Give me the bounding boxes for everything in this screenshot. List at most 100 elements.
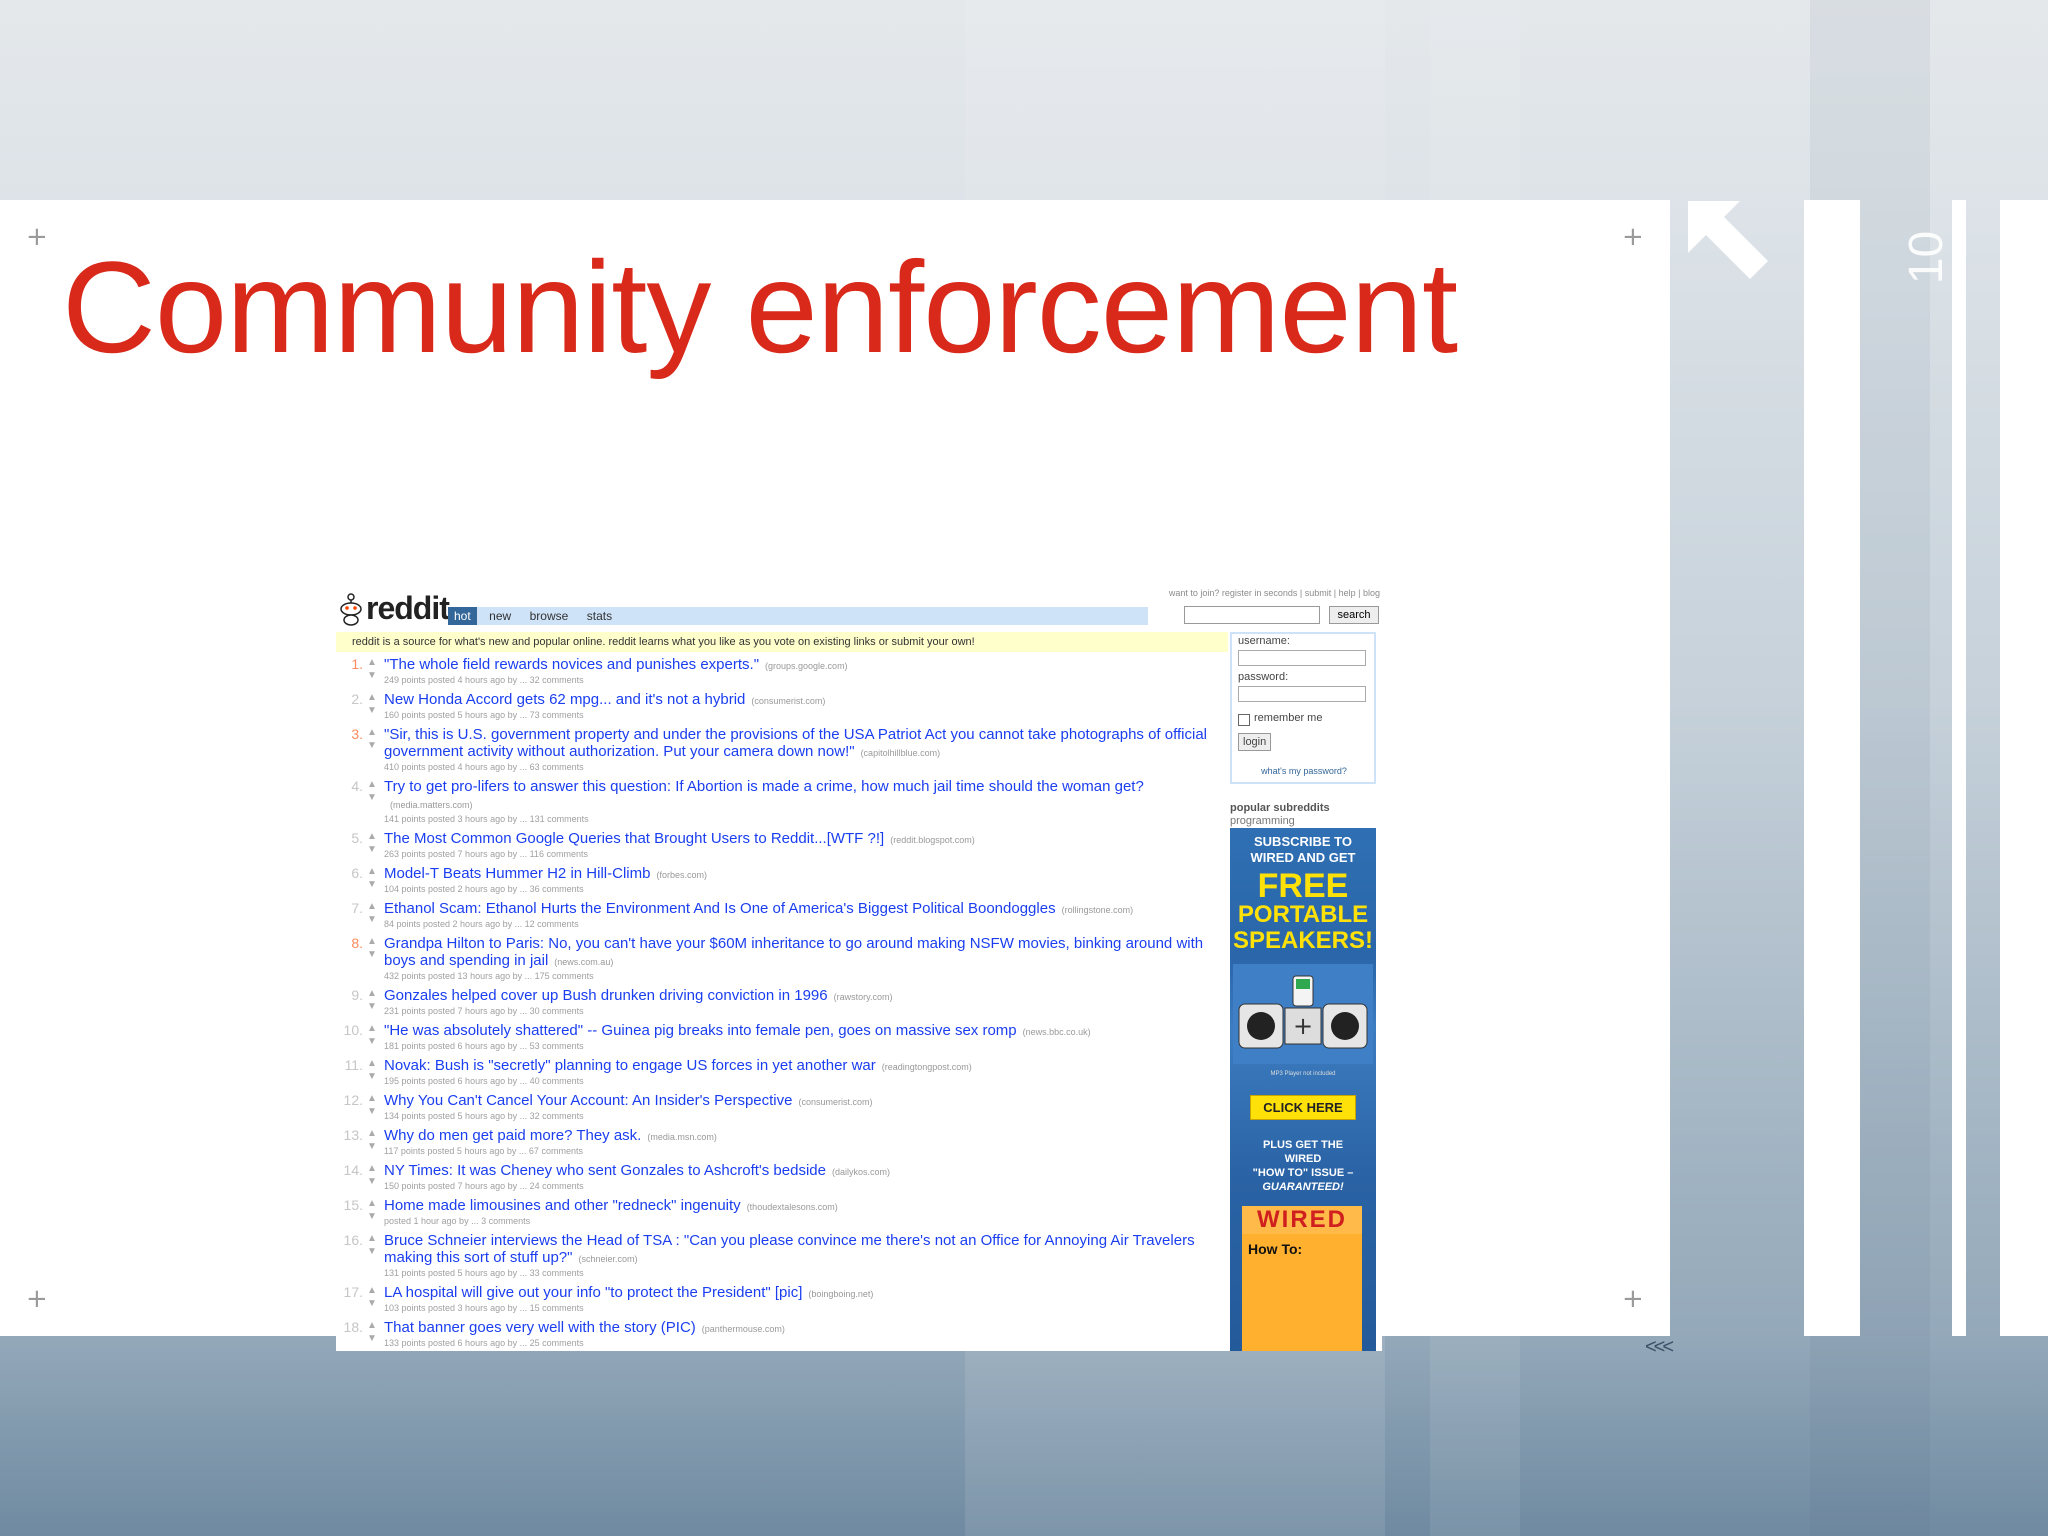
forgot-password-link[interactable]: what's my password? bbox=[1232, 766, 1376, 776]
upvote-arrow-icon[interactable]: ▲ bbox=[367, 1059, 377, 1069]
link-domain[interactable]: (media.msn.com) bbox=[647, 1132, 717, 1142]
link-domain[interactable]: (reddit.blogspot.com) bbox=[890, 835, 975, 845]
link-rank: 12. bbox=[343, 1092, 363, 1108]
tab-new[interactable]: new bbox=[483, 607, 517, 625]
link-item: 5. ▲ ▼ The Most Common Google Queries that … bbox=[336, 830, 1226, 860]
corner-plus-mark: + bbox=[1622, 222, 1644, 252]
link-domain[interactable]: (panthermouse.com) bbox=[702, 1324, 785, 1334]
link-domain[interactable]: (thoudextalesons.com) bbox=[747, 1202, 838, 1212]
link-domain[interactable]: (news.com.au) bbox=[554, 957, 613, 967]
link-domain[interactable]: (news.bbc.co.uk) bbox=[1023, 1027, 1091, 1037]
link-domain[interactable]: (consumerist.com) bbox=[751, 696, 825, 706]
upvote-arrow-icon[interactable]: ▲ bbox=[367, 1094, 377, 1104]
link-domain[interactable]: (boingboing.net) bbox=[808, 1289, 873, 1299]
upvote-arrow-icon[interactable]: ▲ bbox=[367, 1286, 377, 1296]
downvote-arrow-icon[interactable]: ▼ bbox=[367, 915, 377, 925]
link-title[interactable]: Model-T Beats Hummer H2 in Hill-Climb bbox=[384, 865, 650, 882]
back-arrow-icon[interactable] bbox=[1680, 195, 1780, 285]
link-domain[interactable]: (consumerist.com) bbox=[798, 1097, 872, 1107]
link-domain[interactable]: (rawstory.com) bbox=[834, 992, 893, 1002]
link-rank: 7. bbox=[351, 900, 363, 916]
downvote-arrow-icon[interactable]: ▼ bbox=[367, 1002, 377, 1012]
upvote-arrow-icon[interactable]: ▲ bbox=[367, 902, 377, 912]
link-title[interactable]: Home made limousines and other "redneck"… bbox=[384, 1197, 741, 1214]
downvote-arrow-icon[interactable]: ▼ bbox=[367, 741, 377, 751]
downvote-arrow-icon[interactable]: ▼ bbox=[367, 1142, 377, 1152]
upvote-arrow-icon[interactable]: ▲ bbox=[367, 693, 377, 703]
popular-subreddits-heading: popular subreddits bbox=[1230, 802, 1330, 814]
downvote-arrow-icon[interactable]: ▼ bbox=[367, 1212, 377, 1222]
upvote-arrow-icon[interactable]: ▲ bbox=[367, 989, 377, 999]
link-title[interactable]: Ethanol Scam: Ethanol Hurts the Environm… bbox=[384, 900, 1056, 917]
downvote-arrow-icon[interactable]: ▼ bbox=[367, 880, 377, 890]
upvote-arrow-icon[interactable]: ▲ bbox=[367, 1199, 377, 1209]
link-title[interactable]: "Sir, this is U.S. government property a… bbox=[384, 726, 1207, 760]
downvote-arrow-icon[interactable]: ▼ bbox=[367, 1299, 377, 1309]
tab-browse[interactable]: browse bbox=[524, 607, 575, 625]
username-field[interactable] bbox=[1238, 650, 1366, 666]
link-title[interactable]: "He was absolutely shattered" -- Guinea … bbox=[384, 1022, 1017, 1039]
downvote-arrow-icon[interactable]: ▼ bbox=[367, 1334, 377, 1344]
link-title[interactable]: Grandpa Hilton to Paris: No, you can't h… bbox=[384, 935, 1203, 969]
link-domain[interactable]: (rollingstone.com) bbox=[1062, 905, 1134, 915]
upvote-arrow-icon[interactable]: ▲ bbox=[367, 1321, 377, 1331]
upvote-arrow-icon[interactable]: ▲ bbox=[367, 1129, 377, 1139]
downvote-arrow-icon[interactable]: ▼ bbox=[367, 950, 377, 960]
ad-click-here-button[interactable]: CLICK HERE bbox=[1250, 1095, 1356, 1120]
downvote-arrow-icon[interactable]: ▼ bbox=[367, 671, 377, 681]
link-title[interactable]: Why You Can't Cancel Your Account: An In… bbox=[384, 1092, 792, 1109]
downvote-arrow-icon[interactable]: ▼ bbox=[367, 845, 377, 855]
link-title[interactable]: Bruce Schneier interviews the Head of TS… bbox=[384, 1232, 1195, 1266]
remember-me-checkbox[interactable] bbox=[1238, 714, 1250, 726]
link-domain[interactable]: (readingtongpost.com) bbox=[882, 1062, 972, 1072]
link-title[interactable]: NY Times: It was Cheney who sent Gonzale… bbox=[384, 1162, 826, 1179]
decorative-white-bar bbox=[1804, 200, 1860, 1336]
downvote-arrow-icon[interactable]: ▼ bbox=[367, 793, 377, 803]
reddit-logo[interactable]: reddit bbox=[338, 590, 450, 627]
link-title[interactable]: The Most Common Google Queries that Brou… bbox=[384, 830, 884, 847]
link-domain[interactable]: (schneier.com) bbox=[578, 1254, 637, 1264]
subreddit-link-programming[interactable]: programming bbox=[1230, 815, 1382, 828]
search-button[interactable]: search bbox=[1329, 606, 1379, 624]
link-title[interactable]: New Honda Accord gets 62 mpg... and it's… bbox=[384, 691, 745, 708]
search-input[interactable] bbox=[1184, 606, 1320, 624]
upvote-arrow-icon[interactable]: ▲ bbox=[367, 1164, 377, 1174]
link-rank: 1. bbox=[351, 656, 363, 672]
upvote-arrow-icon[interactable]: ▲ bbox=[367, 937, 377, 947]
tab-stats[interactable]: stats bbox=[581, 607, 618, 625]
upvote-arrow-icon[interactable]: ▲ bbox=[367, 658, 377, 668]
link-meta: 134 points posted 5 hours ago by ... 32 … bbox=[384, 1111, 584, 1121]
downvote-arrow-icon[interactable]: ▼ bbox=[367, 1107, 377, 1117]
login-button[interactable]: login bbox=[1238, 733, 1272, 751]
downvote-arrow-icon[interactable]: ▼ bbox=[367, 1037, 377, 1047]
link-domain[interactable]: (media.matters.com) bbox=[390, 800, 473, 810]
link-domain[interactable]: (forbes.com) bbox=[656, 870, 707, 880]
tab-hot[interactable]: hot bbox=[448, 607, 477, 625]
ad-portable-text: PORTABLE bbox=[1237, 901, 1369, 928]
link-domain[interactable]: (groups.google.com) bbox=[765, 661, 848, 671]
password-field[interactable] bbox=[1238, 686, 1366, 702]
downvote-arrow-icon[interactable]: ▼ bbox=[367, 706, 377, 716]
link-rank: 18. bbox=[343, 1319, 363, 1335]
wired-ad-banner[interactable]: SUBSCRIBE TO WIRED AND GET FREE PORTABLE… bbox=[1230, 828, 1376, 1351]
downvote-arrow-icon[interactable]: ▼ bbox=[367, 1247, 377, 1257]
downvote-arrow-icon[interactable]: ▼ bbox=[367, 1072, 377, 1082]
link-title[interactable]: Try to get pro-lifers to answer this que… bbox=[384, 778, 1144, 795]
downvote-arrow-icon[interactable]: ▼ bbox=[367, 1177, 377, 1187]
upvote-arrow-icon[interactable]: ▲ bbox=[367, 832, 377, 842]
link-title[interactable]: Novak: Bush is "secretly" planning to en… bbox=[384, 1057, 876, 1074]
link-title[interactable]: "The whole field rewards novices and pun… bbox=[384, 656, 759, 673]
link-title[interactable]: Gonzales helped cover up Bush drunken dr… bbox=[384, 987, 828, 1004]
upvote-arrow-icon[interactable]: ▲ bbox=[367, 867, 377, 877]
link-title[interactable]: Why do men get paid more? They ask. bbox=[384, 1127, 641, 1144]
upvote-arrow-icon[interactable]: ▲ bbox=[367, 1024, 377, 1034]
link-domain[interactable]: (dailykos.com) bbox=[832, 1167, 890, 1177]
link-domain[interactable]: (capitolhillblue.com) bbox=[861, 748, 941, 758]
link-title[interactable]: That banner goes very well with the stor… bbox=[384, 1319, 696, 1336]
upvote-arrow-icon[interactable]: ▲ bbox=[367, 780, 377, 790]
link-title[interactable]: LA hospital will give out your info "to … bbox=[384, 1284, 802, 1301]
upvote-arrow-icon[interactable]: ▲ bbox=[367, 1234, 377, 1244]
upvote-arrow-icon[interactable]: ▲ bbox=[367, 728, 377, 738]
nav-back-chevrons[interactable]: <<< bbox=[1645, 1336, 1674, 1359]
top-links[interactable]: want to join? register in seconds | subm… bbox=[1169, 588, 1380, 598]
